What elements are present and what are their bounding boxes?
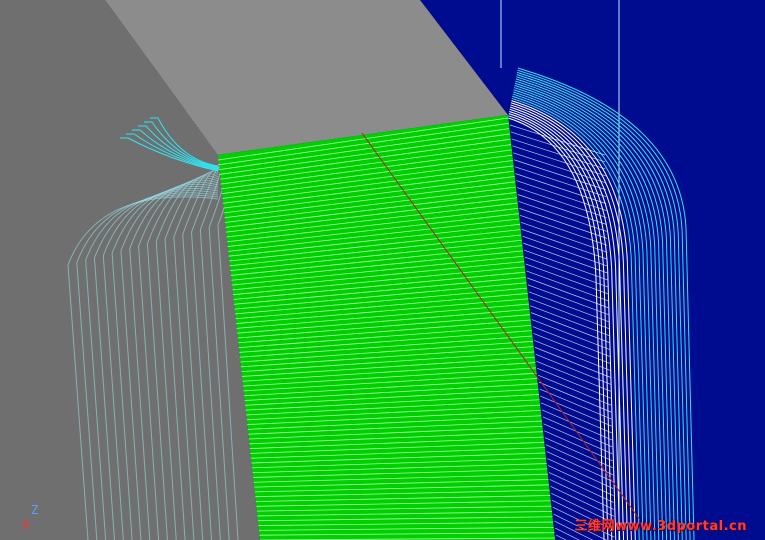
watermark-text: 三维网www.3dportal.cn [574, 519, 747, 534]
axis-x-label: X [22, 518, 30, 532]
axis-z-label: Z [31, 503, 39, 517]
cam-viewport[interactable]: Z X 三维网www.3dportal.cn [0, 0, 765, 540]
toolpath-scene [0, 0, 765, 540]
